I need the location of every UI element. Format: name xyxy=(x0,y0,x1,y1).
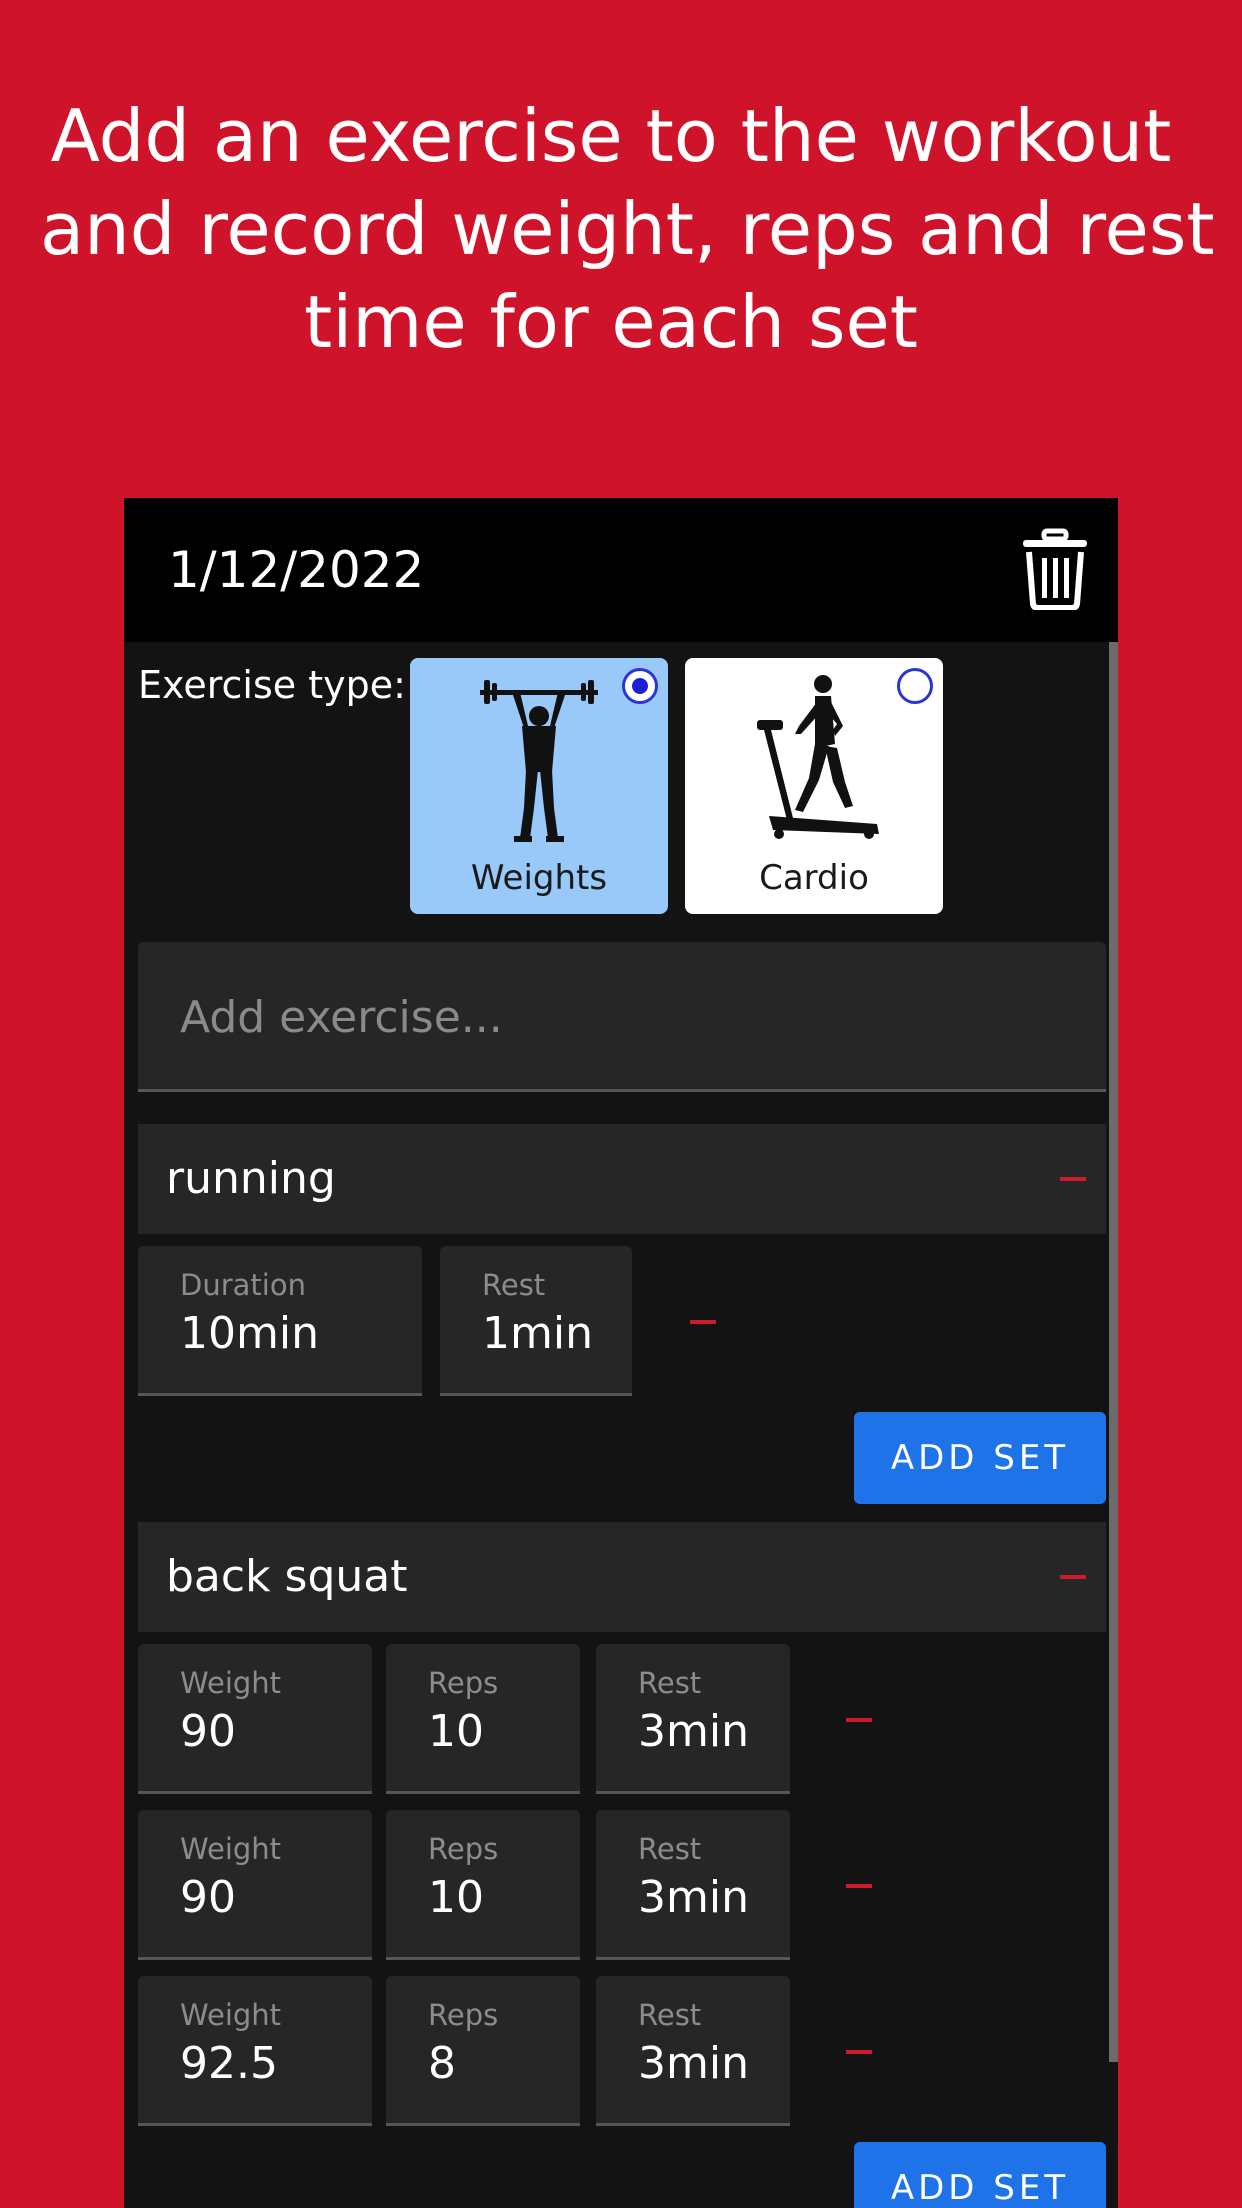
reps-value: 10 xyxy=(428,1706,484,1757)
app-bar: 1/12/2022 xyxy=(124,498,1118,642)
exercise-type-label: Exercise type: xyxy=(138,663,406,707)
phone-screen: 1/12/2022 Exercise type: Weights Cardio … xyxy=(124,498,1118,2208)
rest-value: 3min xyxy=(638,2038,749,2089)
exercise-header-back-squat[interactable]: back squat xyxy=(138,1522,1106,1632)
reps-value: 10 xyxy=(428,1872,484,1923)
weight-value: 90 xyxy=(180,1872,236,1923)
scrollbar[interactable] xyxy=(1109,642,1118,2062)
rest-value: 3min xyxy=(638,1706,749,1757)
remove-exercise-icon[interactable] xyxy=(1060,1177,1086,1181)
weight-field[interactable]: Weight 92.5 xyxy=(138,1976,372,2126)
reps-field[interactable]: Reps 10 xyxy=(386,1644,580,1794)
rest-label: Rest xyxy=(482,1268,546,1302)
rest-field[interactable]: Rest 3min xyxy=(596,1644,790,1794)
promo-line-2: and record weight, reps and rest xyxy=(40,187,1215,271)
rest-value: 1min xyxy=(482,1308,593,1359)
treadmill-runner-icon xyxy=(757,675,879,839)
rest-label: Rest xyxy=(638,1832,702,1866)
remove-set-icon[interactable] xyxy=(690,1320,716,1324)
weight-label: Weight xyxy=(180,1832,282,1866)
remove-set-icon[interactable] xyxy=(846,2050,872,2054)
add-exercise-input[interactable]: Add exercise... xyxy=(138,942,1106,1092)
duration-field[interactable]: Duration 10min xyxy=(138,1246,422,1396)
remove-exercise-icon[interactable] xyxy=(1060,1575,1086,1579)
reps-value: 8 xyxy=(428,2038,456,2089)
rest-field[interactable]: Rest 3min xyxy=(596,1810,790,1960)
add-exercise-placeholder: Add exercise... xyxy=(180,992,503,1043)
exercise-type-weights[interactable]: Weights xyxy=(410,658,668,914)
rest-field[interactable]: Rest 1min xyxy=(440,1246,632,1396)
remove-set-icon[interactable] xyxy=(846,1718,872,1722)
promo-line-3: time for each set xyxy=(303,280,918,364)
workout-date: 1/12/2022 xyxy=(168,541,425,599)
rest-label: Rest xyxy=(638,1666,702,1700)
duration-label: Duration xyxy=(180,1268,306,1302)
reps-label: Reps xyxy=(428,1666,499,1700)
cardio-label: Cardio xyxy=(759,858,869,898)
weight-value: 90 xyxy=(180,1706,236,1757)
reps-field[interactable]: Reps 8 xyxy=(386,1976,580,2126)
trash-icon[interactable] xyxy=(1020,528,1090,610)
add-set-button[interactable]: ADD SET xyxy=(854,1412,1106,1504)
weights-label: Weights xyxy=(470,858,608,898)
radio-unselected-icon[interactable] xyxy=(897,668,933,704)
remove-set-icon[interactable] xyxy=(846,1884,872,1888)
radio-selected-icon[interactable] xyxy=(622,668,658,704)
exercise-header-running[interactable]: running xyxy=(138,1124,1106,1234)
add-set-button[interactable]: ADD SET xyxy=(854,2142,1106,2208)
weight-label: Weight xyxy=(180,1998,282,2032)
weight-label: Weight xyxy=(180,1666,282,1700)
exercise-name: back squat xyxy=(166,1551,408,1602)
reps-label: Reps xyxy=(428,1998,499,2032)
weightlifter-icon xyxy=(480,680,598,842)
rest-field[interactable]: Rest 3min xyxy=(596,1976,790,2126)
rest-label: Rest xyxy=(638,1998,702,2032)
reps-field[interactable]: Reps 10 xyxy=(386,1810,580,1960)
rest-value: 3min xyxy=(638,1872,749,1923)
promo-caption: Add an exercise to the workout and recor… xyxy=(40,90,1215,369)
exercise-type-cardio[interactable]: Cardio xyxy=(685,658,943,914)
reps-label: Reps xyxy=(428,1832,499,1866)
exercise-name: running xyxy=(166,1153,336,1204)
weight-value: 92.5 xyxy=(180,2038,278,2089)
weight-field[interactable]: Weight 90 xyxy=(138,1644,372,1794)
promo-line-1: Add an exercise to the workout xyxy=(50,94,1172,178)
duration-value: 10min xyxy=(180,1308,319,1359)
weight-field[interactable]: Weight 90 xyxy=(138,1810,372,1960)
